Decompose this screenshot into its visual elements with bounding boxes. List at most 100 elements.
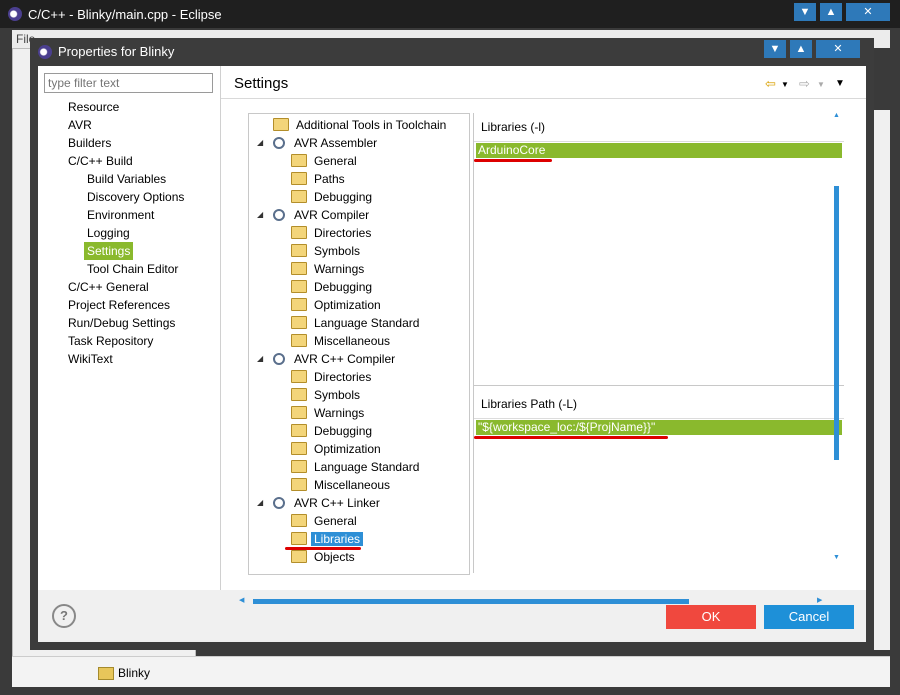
tree-item-label: Language Standard	[314, 316, 420, 330]
tree-item[interactable]: Miscellaneous	[291, 476, 393, 494]
tree-item[interactable]: ◢ AVR Assembler	[257, 134, 380, 152]
nav-item[interactable]: Builders	[65, 134, 114, 152]
tree-item[interactable]: Optimization	[291, 440, 384, 458]
tree-item-label: AVR Compiler	[294, 208, 370, 222]
tree-item-label: AVR C++ Compiler	[294, 352, 396, 366]
tree-item[interactable]: General	[291, 512, 360, 530]
scroll-up-icon[interactable]: ▲	[833, 112, 840, 119]
scroll-right-icon[interactable]: ▶	[817, 596, 822, 604]
nav-item[interactable]: Project References	[65, 296, 173, 314]
tree-item-label: Miscellaneous	[314, 478, 391, 492]
help-button[interactable]: ?	[52, 604, 76, 628]
folder-icon	[291, 154, 307, 168]
folder-icon	[291, 424, 307, 438]
folder-icon	[291, 370, 307, 384]
nav-item[interactable]: Build Variables	[84, 170, 169, 188]
nav-item[interactable]: C/C++ General	[65, 278, 152, 296]
expand-icon[interactable]: ◢	[257, 494, 263, 512]
project-label[interactable]: Blinky	[118, 666, 150, 680]
tree-item[interactable]: Miscellaneous	[291, 332, 393, 350]
tree-item[interactable]: Debugging	[291, 278, 375, 296]
dialog-close-icon[interactable]: ✕	[816, 40, 860, 58]
folder-icon	[291, 532, 307, 546]
folder-icon	[291, 478, 307, 492]
library-item[interactable]: ArduinoCore	[476, 143, 842, 158]
tree-item[interactable]: Symbols	[291, 386, 363, 404]
forward-dropdown-icon[interactable]: ▼	[817, 80, 825, 89]
folder-icon	[291, 406, 307, 420]
tree-item[interactable]: Directories	[291, 368, 374, 386]
scroll-down-icon[interactable]: ▼	[833, 554, 840, 561]
properties-dialog: Properties for Blinky ▼ ▲ ✕ ResourceAVRB…	[30, 38, 874, 650]
nav-item[interactable]: Tool Chain Editor	[84, 260, 181, 278]
horizontal-scrollbar[interactable]	[253, 599, 689, 604]
scroll-left-icon[interactable]: ◀	[239, 596, 244, 604]
nav-item[interactable]: Discovery Options	[84, 188, 187, 206]
back-arrow-icon[interactable]: ⇦	[765, 76, 776, 92]
tree-item[interactable]: Paths	[291, 170, 348, 188]
tool-settings-tree: Additional Tools in Toolchain ◢ AVR Assemb…	[248, 113, 470, 575]
nav-item[interactable]: Settings	[84, 242, 134, 260]
divider	[474, 385, 844, 386]
folder-icon	[291, 550, 307, 564]
gear-icon	[273, 136, 285, 149]
close-icon[interactable]: ✕	[846, 3, 890, 21]
folder-icon	[291, 442, 307, 456]
nav-item[interactable]: Task Repository	[65, 332, 156, 350]
tree-item[interactable]: Libraries	[291, 530, 364, 548]
tree-item[interactable]: Debugging	[291, 422, 375, 440]
view-menu-icon[interactable]: ▼	[835, 78, 845, 89]
expand-icon[interactable]: ◢	[257, 134, 263, 152]
nav-item[interactable]: Resource	[65, 98, 122, 116]
folder-icon	[291, 244, 307, 258]
gear-icon	[273, 496, 285, 509]
tree-item[interactable]: Warnings	[291, 260, 367, 278]
nav-item[interactable]: WikiText	[65, 350, 116, 368]
tree-item-label: AVR Assembler	[294, 136, 378, 150]
expand-icon[interactable]: ◢	[257, 206, 263, 224]
libraries-editor: Libraries (-l) ArduinoCore Libraries Pat…	[473, 113, 856, 573]
maximize-icon[interactable]: ▲	[820, 3, 842, 21]
back-dropdown-icon[interactable]: ▼	[781, 80, 789, 89]
folder-icon	[291, 388, 307, 402]
forward-arrow-icon[interactable]: ⇨	[799, 76, 810, 92]
tree-item[interactable]: Directories	[291, 224, 374, 242]
dialog-maximize-icon[interactable]: ▲	[790, 40, 812, 58]
nav-item[interactable]: Environment	[84, 206, 157, 224]
library-path-item[interactable]: "${workspace_loc:/${ProjName}}"	[476, 420, 842, 435]
eclipse-titlebar: C/C++ - Blinky/main.cpp - Eclipse ▼ ▲ ✕	[0, 0, 900, 28]
tree-item[interactable]: ◢ AVR Compiler	[257, 206, 372, 224]
nav-item[interactable]: C/C++ Build	[65, 152, 136, 170]
vertical-scrollbar[interactable]	[834, 186, 839, 460]
tree-item[interactable]: General	[291, 152, 360, 170]
tree-item-label: Miscellaneous	[314, 334, 391, 348]
tree-item[interactable]: Language Standard	[291, 314, 422, 332]
dialog-minimize-icon[interactable]: ▼	[764, 40, 786, 58]
ok-button[interactable]: OK	[666, 605, 756, 629]
tree-item-label: Warnings	[314, 406, 365, 420]
annotation-underline	[474, 436, 668, 439]
cancel-button[interactable]: Cancel	[764, 605, 854, 629]
tree-item[interactable]: ◢ AVR C++ Compiler	[257, 350, 398, 368]
minimize-icon[interactable]: ▼	[794, 3, 816, 21]
project-icon	[98, 667, 114, 680]
tree-item-label: Debugging	[314, 190, 373, 204]
filter-input[interactable]	[44, 73, 213, 93]
dialog-titlebar: Properties for Blinky ▼ ▲ ✕	[30, 38, 874, 66]
nav-item[interactable]: Logging	[84, 224, 133, 242]
nav-item[interactable]: AVR	[65, 116, 95, 134]
tree-item[interactable]: Optimization	[291, 296, 384, 314]
folder-icon	[291, 190, 307, 204]
expand-icon[interactable]: ◢	[257, 350, 263, 368]
tree-item[interactable]: Debugging	[291, 188, 375, 206]
tree-item[interactable]: Objects	[291, 548, 358, 566]
tree-item[interactable]: Additional Tools in Toolchain	[273, 116, 449, 134]
tree-item[interactable]: Language Standard	[291, 458, 422, 476]
tree-item[interactable]: ◢ AVR C++ Linker	[257, 494, 383, 512]
folder-icon	[273, 118, 289, 132]
libraries-header-label: Libraries (-l)	[481, 120, 546, 134]
bottom-panel: Blinky	[12, 656, 890, 687]
tree-item[interactable]: Warnings	[291, 404, 367, 422]
tree-item[interactable]: Symbols	[291, 242, 363, 260]
nav-item[interactable]: Run/Debug Settings	[65, 314, 178, 332]
